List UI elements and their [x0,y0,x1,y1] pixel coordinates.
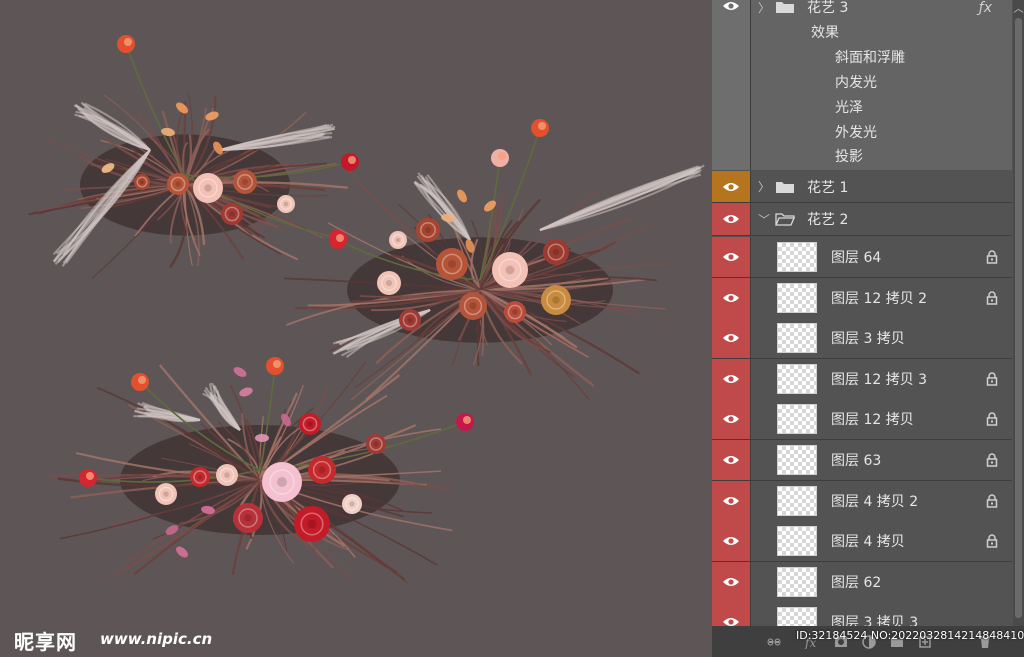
eye-icon [723,375,739,383]
document-canvas[interactable] [0,0,712,657]
visibility-toggle[interactable] [712,481,751,521]
effect-bevel-emboss[interactable]: 斜面和浮雕 [835,44,1024,69]
lock-icon[interactable] [986,291,998,305]
bouquet-top-left [28,35,359,279]
watermark-id: ID:32184524 NO:20220328142148484106 [796,629,1024,642]
layer-name: 图层 3 拷贝 [831,331,905,347]
eye-icon [723,334,739,342]
lock-icon[interactable] [986,372,998,386]
layer-row[interactable]: 图层 62 [712,562,1012,603]
chevron-right-icon[interactable]: 〉 [757,178,771,195]
eye-icon [723,294,739,302]
visibility-toggle[interactable] [712,278,751,318]
chevron-down-icon[interactable]: ﹀ [757,211,771,228]
eye-icon [723,456,739,464]
layer-row[interactable]: 图层 3 拷贝 [712,318,1012,359]
layer-group-3[interactable]: 〉 花艺 3 ƒx 效果 斜面和浮雕 内发光 光泽 外发光 投影 [712,0,1012,170]
layer-row[interactable]: 图层 4 拷贝 2 [712,481,1012,522]
layer-thumbnail [777,526,817,556]
eye-icon [723,497,739,505]
visibility-toggle[interactable] [712,440,751,480]
layer-name: 图层 4 拷贝 2 [831,494,919,510]
layer-group-1[interactable]: 〉 花艺 1 [712,171,1012,203]
layer-thumbnail [777,242,817,272]
layer-thumbnail [777,445,817,475]
layer-name: 图层 12 拷贝 2 [831,291,928,307]
visibility-toggle[interactable] [712,359,751,399]
watermark-url: www.nipic.cn [100,630,213,648]
eye-icon [723,2,739,10]
layer-row[interactable]: 图层 4 拷贝 [712,521,1012,562]
effect-drop-shadow[interactable]: 投影 [835,143,1024,168]
visibility-toggle[interactable] [712,318,751,358]
scroll-thumb[interactable] [1015,18,1022,618]
layer-thumbnail [777,486,817,516]
effect-satin[interactable]: 光泽 [835,94,1024,119]
eye-icon [723,537,739,545]
folder-icon [776,2,794,13]
layer-row[interactable]: 图层 12 拷贝 [712,399,1012,440]
folder-icon [776,181,794,193]
fx-badge[interactable]: ƒx [979,0,992,16]
visibility-toggle[interactable] [712,171,751,202]
watermark-logo: 昵享网 [14,630,77,654]
layers-panel: 〉 花艺 3 ƒx 效果 斜面和浮雕 内发光 光泽 外发光 投影 〉 花艺 1 [712,0,1024,657]
layer-name: 图层 62 [831,575,882,591]
eye-icon [723,578,739,586]
folder-open-icon [775,213,795,226]
visibility-toggle[interactable] [712,237,751,277]
lock-icon[interactable] [986,412,998,426]
layer-group-2[interactable]: ﹀ 花艺 2 [712,203,1012,236]
bouquet-bottom-left [45,357,474,584]
layer-thumbnail [777,283,817,313]
layer-row[interactable]: 图层 64 [712,237,1012,278]
flower-artwork [28,35,705,584]
visibility-toggle[interactable] [712,562,751,602]
chevron-right-icon[interactable]: 〉 [757,0,771,16]
lock-icon[interactable] [986,494,998,508]
effect-outer-glow[interactable]: 外发光 [835,119,1024,144]
group-name: 花艺 1 [807,179,849,196]
visibility-toggle[interactable] [712,399,751,439]
layer-name: 图层 4 拷贝 [831,534,905,550]
layer-row[interactable]: 图层 63 [712,440,1012,481]
layer-thumbnail [777,567,817,597]
effect-inner-glow[interactable]: 内发光 [835,69,1024,94]
layer-name: 图层 63 [831,453,882,469]
layers-scrollbar[interactable] [1013,0,1024,626]
eye-icon [723,253,739,261]
eye-icon [723,215,739,223]
effects-label-row[interactable]: 效果 [811,19,1024,44]
group-name: 花艺 3 [807,0,849,16]
layer-row[interactable]: 图层 12 拷贝 2 [712,278,1012,319]
visibility-toggle[interactable] [712,521,751,561]
visibility-toggle[interactable] [712,0,751,170]
visibility-toggle[interactable] [712,203,751,235]
layer-name: 图层 12 拷贝 [831,412,914,428]
layer-thumbnail [777,404,817,434]
lock-icon[interactable] [986,250,998,264]
layer-row[interactable]: 图层 12 拷贝 3 [712,359,1012,400]
layer-thumbnail [777,364,817,394]
eye-icon [723,182,739,191]
layer-name: 图层 64 [831,250,882,266]
lock-icon[interactable] [986,453,998,467]
layer-thumbnail [777,323,817,353]
layer-name: 图层 12 拷贝 3 [831,372,928,388]
group-name: 花艺 2 [807,212,849,228]
lock-icon[interactable] [986,534,998,548]
scroll-up-icon[interactable]: ︿ [1013,0,1024,15]
link-icon[interactable] [767,635,781,649]
eye-icon [723,415,739,423]
